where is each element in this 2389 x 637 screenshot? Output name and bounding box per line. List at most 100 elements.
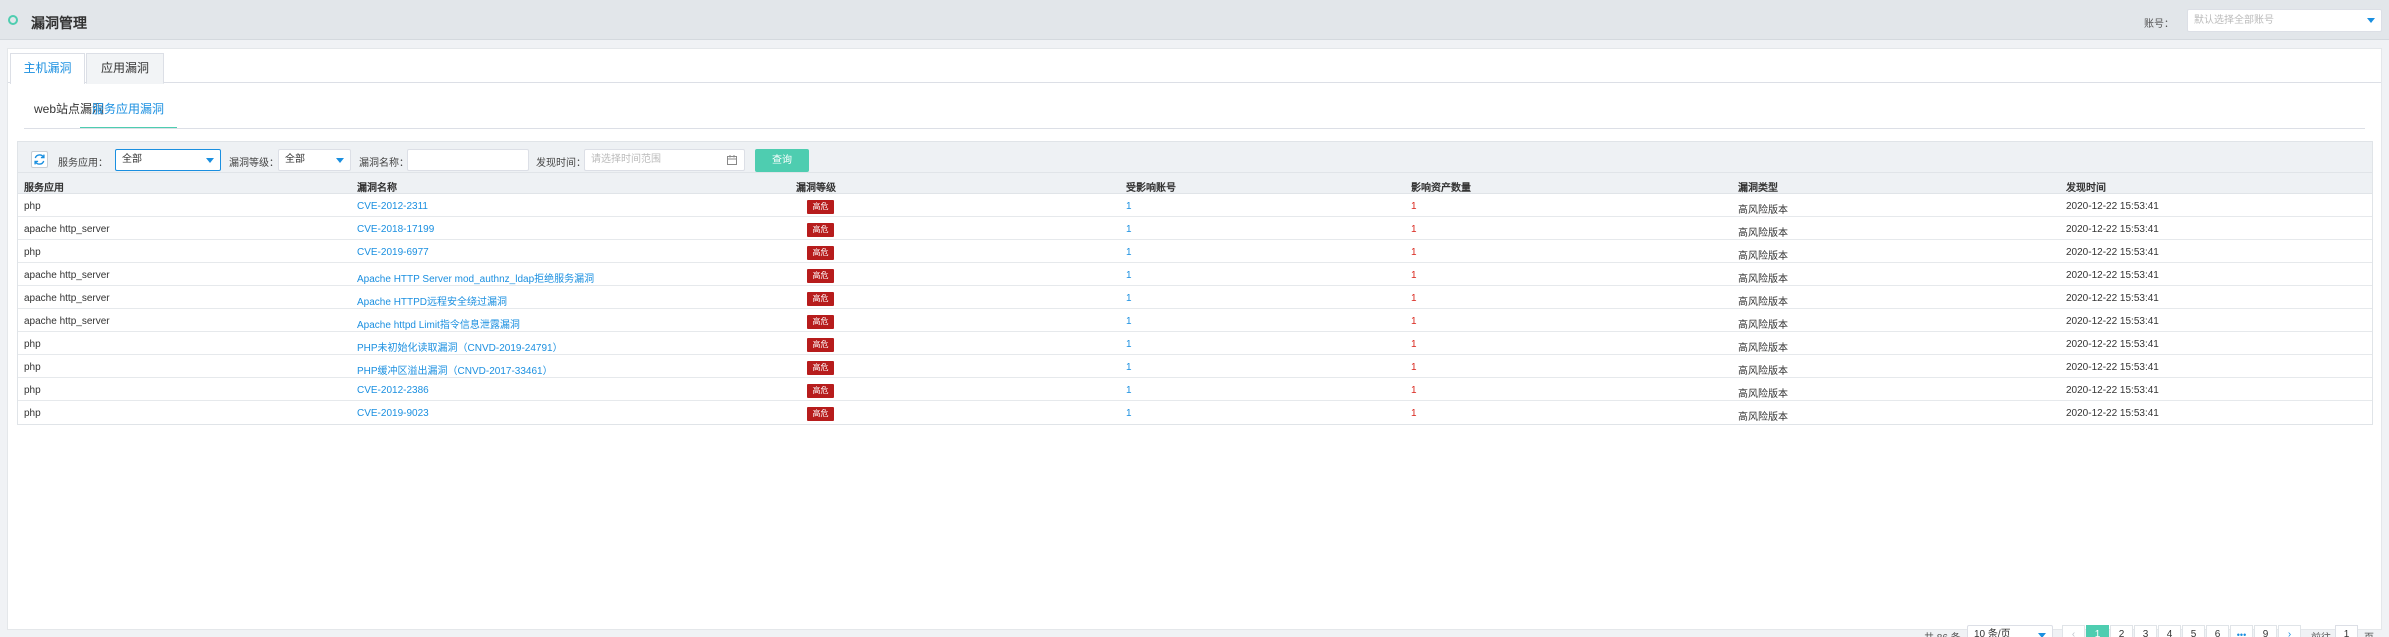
affected-assets-count[interactable]: 1 xyxy=(1411,316,1417,327)
affected-accounts-link[interactable]: 1 xyxy=(1126,316,1132,327)
prev-page-button[interactable]: ‹ xyxy=(2062,625,2085,637)
vuln-name-link[interactable]: CVE-2018-17199 xyxy=(357,224,434,235)
affected-assets-count[interactable]: 1 xyxy=(1411,339,1417,350)
affected-accounts-link[interactable]: 1 xyxy=(1126,385,1132,396)
level-select[interactable]: 全部 xyxy=(278,149,351,171)
table-row: php CVE-2012-2311 高危 1 1 高风险版本 2020-12-22 15:5… xyxy=(18,194,2372,217)
search-button[interactable]: 查询 xyxy=(755,149,809,172)
main-tabs: 主机漏洞 应用漏洞 xyxy=(8,49,2381,84)
table-row: apache http_server Apache HTTP Server mod… xyxy=(18,263,2372,286)
page-number-button[interactable]: 2 xyxy=(2110,625,2133,637)
page-number-button[interactable]: 5 xyxy=(2182,625,2205,637)
page-number-button[interactable]: 9 xyxy=(2254,625,2277,637)
service-app-cell: apache http_server xyxy=(24,293,110,304)
chevron-right-icon: › xyxy=(2287,629,2292,637)
affected-assets-count[interactable]: 1 xyxy=(1411,247,1417,258)
found-time-cell: 2020-12-22 15:53:41 xyxy=(2066,201,2159,212)
severity-badge: 高危 xyxy=(807,384,834,398)
affected-assets-count[interactable]: 1 xyxy=(1411,362,1417,373)
vuln-type-cell: 高风险版本 xyxy=(1738,320,1788,331)
page-size-select[interactable]: 10 条/页 xyxy=(1967,625,2053,637)
goto-suffix: 页 xyxy=(2364,629,2374,637)
service-app-cell: php xyxy=(24,247,41,258)
affected-accounts-link[interactable]: 1 xyxy=(1126,270,1132,281)
chevron-down-icon xyxy=(2038,633,2046,637)
service-app-cell: php xyxy=(24,201,41,212)
vuln-name-input[interactable] xyxy=(407,149,529,171)
account-select-placeholder: 默认选择全部账号 xyxy=(2194,15,2274,26)
affected-accounts-link[interactable]: 1 xyxy=(1126,293,1132,304)
subtab-service-app-vulnerabilities[interactable]: 服务应用漏洞 xyxy=(80,100,177,129)
affected-assets-count[interactable]: 1 xyxy=(1411,201,1417,212)
tab-app-vulnerabilities[interactable]: 应用漏洞 xyxy=(86,53,164,84)
found-time-cell: 2020-12-22 15:53:41 xyxy=(2066,339,2159,350)
severity-badge: 高危 xyxy=(807,292,834,306)
affected-assets-count[interactable]: 1 xyxy=(1411,270,1417,281)
found-time-label: 发现时间： xyxy=(536,158,586,169)
affected-assets-count[interactable]: 1 xyxy=(1411,385,1417,396)
page-number-button[interactable]: 1 xyxy=(2086,625,2109,637)
vuln-name-link[interactable]: CVE-2019-6977 xyxy=(357,247,429,258)
service-app-cell: php xyxy=(24,385,41,396)
vuln-name-link[interactable]: CVE-2012-2311 xyxy=(357,201,428,212)
affected-accounts-link[interactable]: 1 xyxy=(1126,201,1132,212)
page-number-button[interactable]: 4 xyxy=(2158,625,2181,637)
account-select[interactable]: 默认选择全部账号 xyxy=(2187,9,2382,32)
found-time-cell: 2020-12-22 15:53:41 xyxy=(2066,362,2159,373)
next-page-button[interactable]: › xyxy=(2278,625,2301,637)
affected-accounts-link[interactable]: 1 xyxy=(1126,362,1132,373)
vuln-type-cell: 高风险版本 xyxy=(1738,228,1788,239)
table-row: php CVE-2019-6977 高危 1 1 高风险版本 2020-12-22 15:5… xyxy=(18,240,2372,263)
table-body: php CVE-2012-2311 高危 1 1 高风险版本 2020-12-22 15:5… xyxy=(18,194,2372,424)
found-time-cell: 2020-12-22 15:53:41 xyxy=(2066,270,2159,281)
vuln-name-link[interactable]: PHP缓冲区溢出漏洞（CNVD-2017-33461） xyxy=(357,362,553,377)
service-app-label: 服务应用： xyxy=(58,158,108,169)
found-time-picker[interactable]: 请选择时间范围 xyxy=(584,149,745,171)
goto-label: 前往 xyxy=(2311,629,2331,637)
column-header-vuln-type: 漏洞类型 xyxy=(1738,183,1778,194)
affected-accounts-link[interactable]: 1 xyxy=(1126,247,1132,258)
page-number-button[interactable]: 6 xyxy=(2206,625,2229,637)
account-label: 账号： xyxy=(2144,19,2174,30)
vuln-type-cell: 高风险版本 xyxy=(1738,366,1788,377)
service-app-cell: php xyxy=(24,339,41,350)
column-header-affected-accounts: 受影响账号 xyxy=(1126,183,1176,194)
affected-accounts-link[interactable]: 1 xyxy=(1126,408,1132,419)
tab-host-vulnerabilities[interactable]: 主机漏洞 xyxy=(10,53,85,84)
severity-badge: 高危 xyxy=(807,200,834,214)
affected-assets-count[interactable]: 1 xyxy=(1411,408,1417,419)
top-bar: 漏洞管理 账号： 默认选择全部账号 xyxy=(0,0,2389,40)
service-app-select[interactable]: 全部 xyxy=(115,149,221,171)
severity-badge: 高危 xyxy=(807,407,834,421)
vuln-name-link[interactable]: PHP未初始化读取漏洞（CNVD-2019-24791） xyxy=(357,339,563,354)
found-time-cell: 2020-12-22 15:53:41 xyxy=(2066,224,2159,235)
chevron-left-icon: ‹ xyxy=(2071,629,2076,637)
found-time-placeholder: 请选择时间范围 xyxy=(591,154,661,165)
more-pages-button[interactable]: ••• xyxy=(2230,625,2253,637)
vuln-type-cell: 高风险版本 xyxy=(1738,274,1788,285)
pagination: 共 86 条 10 条/页 ‹ 123456•••9 › 前往 1 页 xyxy=(1,625,2389,637)
goto-page-input[interactable]: 1 xyxy=(2335,625,2358,637)
column-header-vuln-name: 漏洞名称 xyxy=(357,183,397,194)
vuln-name-link[interactable]: Apache HTTPD远程安全绕过漏洞 xyxy=(357,293,507,308)
sub-tabs: web站点漏洞 服务应用漏洞 xyxy=(8,83,2381,129)
affected-accounts-link[interactable]: 1 xyxy=(1126,339,1132,350)
calendar-icon xyxy=(727,155,737,165)
vuln-name-link[interactable]: CVE-2012-2386 xyxy=(357,385,429,396)
service-app-cell: apache http_server xyxy=(24,316,110,327)
column-header-service-app: 服务应用 xyxy=(24,183,64,194)
table-row: php PHP未初始化读取漏洞（CNVD-2019-24791） 高危 1 1 高风险版本… xyxy=(18,332,2372,355)
vuln-name-label: 漏洞名称： xyxy=(359,158,409,169)
refresh-button[interactable] xyxy=(31,151,48,168)
affected-assets-count[interactable]: 1 xyxy=(1411,293,1417,304)
vuln-name-link[interactable]: Apache HTTP Server mod_authnz_ldap拒绝服务漏洞 xyxy=(357,270,594,285)
affected-assets-count[interactable]: 1 xyxy=(1411,224,1417,235)
vuln-name-link[interactable]: CVE-2019-9023 xyxy=(357,408,429,419)
page-number-button[interactable]: 3 xyxy=(2134,625,2157,637)
level-select-value: 全部 xyxy=(285,154,305,165)
page-size-value: 10 条/页 xyxy=(1974,629,2011,637)
column-header-found-time: 发现时间 xyxy=(2066,183,2106,194)
vuln-name-link[interactable]: Apache httpd Limit指令信息泄露漏洞 xyxy=(357,316,520,331)
affected-accounts-link[interactable]: 1 xyxy=(1126,224,1132,235)
severity-badge: 高危 xyxy=(807,269,834,283)
